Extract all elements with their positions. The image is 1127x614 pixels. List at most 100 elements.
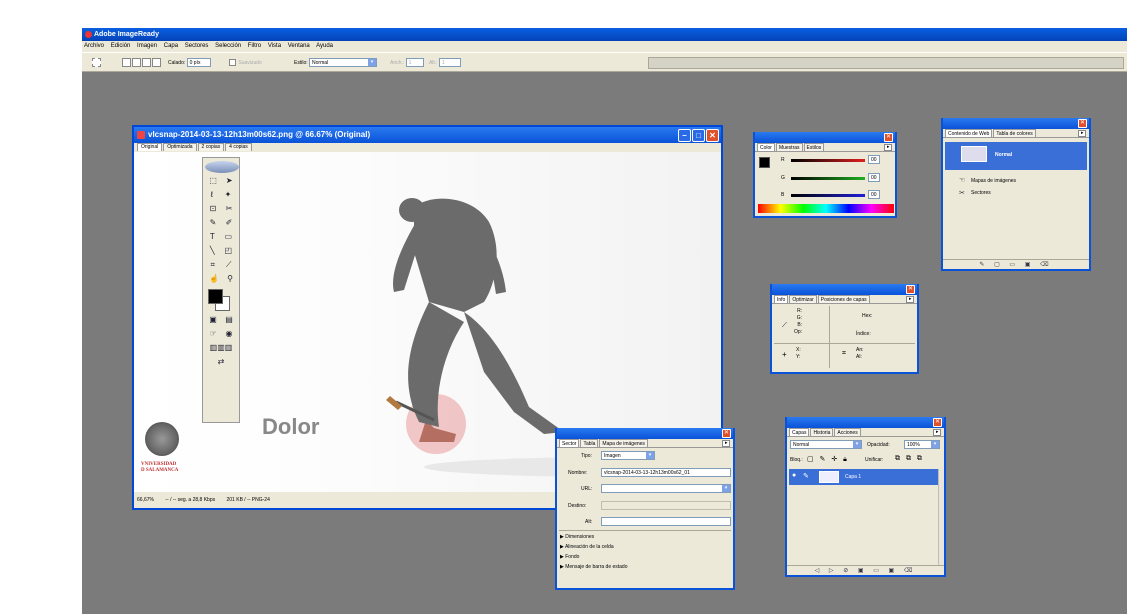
add-selection-icon[interactable] bbox=[132, 58, 141, 68]
alt-input[interactable] bbox=[601, 517, 731, 526]
jump-to-photoshop-icon[interactable]: ⇄ bbox=[218, 357, 225, 368]
alt-input[interactable]: 1 bbox=[438, 58, 461, 68]
subtract-selection-icon[interactable] bbox=[142, 58, 151, 68]
color-ramp[interactable] bbox=[758, 204, 894, 213]
web-item-sectores[interactable]: Sectores bbox=[971, 190, 991, 196]
intersect-selection-icon[interactable] bbox=[152, 58, 161, 68]
lock-buttons[interactable]: ▢ ✎ ✛ 🔒︎ bbox=[807, 455, 849, 464]
destino-select[interactable] bbox=[601, 501, 731, 510]
tab-optimizar[interactable]: Optimizar bbox=[789, 295, 817, 303]
channel-r-input[interactable]: 00 bbox=[868, 155, 880, 164]
tab-original[interactable]: Original bbox=[137, 143, 163, 151]
panel-menu-icon[interactable]: ▸ bbox=[906, 296, 914, 303]
channel-g-input[interactable]: 00 bbox=[868, 173, 880, 182]
layer-row[interactable]: ● ✎ Capa 1 bbox=[789, 469, 940, 485]
unify-buttons[interactable]: ⧉ ⧉ ⧉ bbox=[895, 455, 924, 463]
zoom-tool-icon[interactable]: ⚲ bbox=[227, 274, 233, 285]
menu-filtro[interactable]: Filtro bbox=[248, 43, 261, 49]
panel-menu-icon[interactable]: ▸ bbox=[722, 440, 730, 447]
menu-seleccion[interactable]: Selección bbox=[215, 43, 241, 49]
eye-icon[interactable]: ● bbox=[792, 472, 796, 479]
rectangle-tool-icon[interactable]: ▭ bbox=[225, 232, 233, 243]
menu-archivo[interactable]: Archivo bbox=[84, 43, 104, 49]
file-size-readout[interactable]: 201 KB / -- PNG-24 bbox=[227, 497, 270, 503]
tipo-select[interactable]: Imagen ▾ bbox=[601, 451, 655, 460]
tab-acciones[interactable]: Acciones bbox=[834, 428, 861, 436]
menu-vista[interactable]: Vista bbox=[268, 43, 281, 49]
rollover-icon[interactable]: ☞ bbox=[209, 329, 216, 340]
tab-tabla-colores[interactable]: Tabla de colores bbox=[993, 129, 1036, 137]
menu-ayuda[interactable]: Ayuda bbox=[316, 43, 333, 49]
channel-b-slider[interactable] bbox=[791, 194, 865, 197]
suavizado-checkbox[interactable] bbox=[229, 59, 236, 67]
tab-tabla[interactable]: Tabla bbox=[580, 439, 599, 447]
channel-g-slider[interactable] bbox=[791, 177, 865, 180]
close-icon[interactable]: ✕ bbox=[1078, 119, 1087, 128]
tab-contenido-web[interactable]: Contenido de Web bbox=[945, 129, 993, 137]
rect-marquee-tool-icon[interactable] bbox=[92, 58, 101, 68]
menu-ventana[interactable]: Ventana bbox=[288, 43, 310, 49]
download-time-readout[interactable]: -- / -- seg. a 28,8 Kbps bbox=[165, 497, 215, 503]
channel-r-slider[interactable] bbox=[791, 159, 865, 162]
panel-menu-icon[interactable]: ▸ bbox=[933, 429, 941, 436]
new-selection-icon[interactable] bbox=[122, 58, 131, 68]
tab-mapa-imagenes[interactable]: Mapa de imágenes bbox=[599, 439, 648, 447]
tab-optimizada[interactable]: Optimizada bbox=[163, 143, 197, 151]
brush-tool-icon[interactable]: ✎ bbox=[210, 218, 217, 229]
menu-sectores[interactable]: Sectores bbox=[185, 43, 209, 49]
foreground-color-swatch[interactable] bbox=[208, 289, 223, 304]
section-mensaje[interactable]: ▶ Mensaje de barra de estado bbox=[560, 564, 628, 570]
tab-posiciones[interactable]: Posiciones de capas bbox=[817, 295, 870, 303]
slice-tool-icon[interactable]: ✂ bbox=[226, 204, 233, 215]
section-fondo[interactable]: ▶ Fondo bbox=[560, 554, 579, 560]
shape-tool-icon[interactable]: ◰ bbox=[225, 246, 233, 257]
fg-color-swatch[interactable] bbox=[759, 157, 770, 168]
tab-4-copias[interactable]: 4 copias bbox=[225, 143, 252, 151]
type-tool-icon[interactable]: T bbox=[210, 232, 215, 243]
web-item-normal[interactable]: Normal bbox=[945, 142, 1087, 170]
calado-input[interactable]: 0 píx bbox=[186, 58, 211, 68]
anch-input[interactable]: 1 bbox=[405, 58, 424, 68]
url-input[interactable]: ▾ bbox=[601, 484, 731, 493]
pencil-tool-icon[interactable]: ✐ bbox=[226, 218, 233, 229]
magic-wand-icon[interactable]: ✦ bbox=[225, 190, 232, 201]
web-item-mapas[interactable]: Mapas de imágenes bbox=[971, 178, 1016, 184]
section-alineacion[interactable]: ▶ Alineación de la celda bbox=[560, 544, 614, 550]
footer-buttons-icon[interactable]: ✎ ▢ ▭ ▣ ⌫ bbox=[979, 262, 1052, 268]
zoom-readout[interactable]: 66,67% bbox=[137, 497, 154, 503]
close-icon[interactable]: ✕ bbox=[706, 129, 719, 142]
tab-estilos[interactable]: Estilos bbox=[803, 143, 825, 151]
tab-historia[interactable]: Historia bbox=[810, 428, 834, 436]
eyedropper-icon[interactable]: ⟋ bbox=[226, 260, 232, 271]
marquee-tool-icon[interactable]: ⬚ bbox=[209, 176, 217, 187]
blend-mode-select[interactable]: Normal ▾ bbox=[790, 440, 862, 449]
tab-info[interactable]: Info bbox=[774, 295, 789, 303]
close-icon[interactable]: ✕ bbox=[906, 285, 915, 294]
menu-edicion[interactable]: Edición bbox=[111, 43, 131, 49]
tab-muestras[interactable]: Muestras bbox=[775, 143, 803, 151]
close-icon[interactable]: ✕ bbox=[933, 418, 942, 427]
menu-imagen[interactable]: Imagen bbox=[137, 43, 157, 49]
screen-mode-icon[interactable]: ▥▥▥ bbox=[210, 343, 233, 354]
maximize-icon[interactable]: □ bbox=[692, 129, 705, 142]
crop2-tool-icon[interactable]: ⌗ bbox=[210, 260, 215, 271]
section-dimensiones[interactable]: ▶ Dimensiones bbox=[560, 534, 594, 540]
lasso-tool-icon[interactable]: ℓ bbox=[211, 190, 214, 201]
channel-b-input[interactable]: 00 bbox=[868, 190, 880, 199]
panel-menu-icon[interactable]: ▸ bbox=[884, 144, 892, 151]
menu-capa[interactable]: Capa bbox=[164, 43, 178, 49]
document-titlebar[interactable]: vlcsnap-2014-03-13-12h13m00s62.png @ 66.… bbox=[134, 127, 721, 143]
tab-2-copias[interactable]: 2 copias bbox=[197, 143, 225, 151]
hand-tool-icon[interactable]: ☝ bbox=[209, 274, 219, 285]
preview-browser-icon[interactable]: ◉ bbox=[226, 329, 233, 340]
minimize-icon[interactable]: – bbox=[678, 129, 691, 142]
layers-scrollbar[interactable] bbox=[938, 469, 944, 565]
nombre-input[interactable]: vlcsnap-2014-03-13-12h13m00s62_01 bbox=[601, 468, 731, 477]
tab-capas[interactable]: Capas bbox=[789, 428, 810, 436]
image-map-icon[interactable]: ▣ bbox=[209, 315, 217, 326]
close-icon[interactable]: ✕ bbox=[722, 429, 731, 438]
tab-color[interactable]: Color bbox=[757, 143, 775, 151]
opacity-input[interactable]: 100% ▾ bbox=[904, 440, 940, 449]
estilo-select[interactable]: Normal ▾ bbox=[309, 58, 378, 68]
crop-tool-icon[interactable]: ⊡ bbox=[210, 204, 217, 215]
